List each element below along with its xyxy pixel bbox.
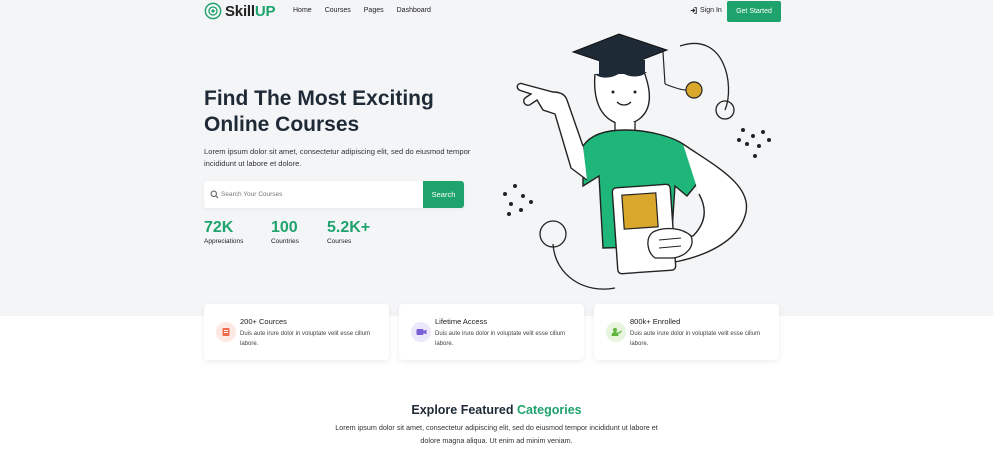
logo-text: SkillUP [225,2,276,20]
nav-item-courses[interactable]: Courses [325,7,351,14]
hero-description: Lorem ipsum dolor sit amet, consectetur … [204,147,471,168]
top-navbar: SkillUP Home Courses Pages Dashboard Sig… [0,0,993,24]
get-started-button[interactable]: Get Started [727,1,781,22]
feature-description: Duis aute irure dolor in voluptate velit… [630,331,761,347]
sign-in-label: Sign In [700,7,722,14]
nav-item-pages[interactable]: Pages [364,7,384,14]
feature-description: Duis aute irure dolor in voluptate velit… [435,331,566,347]
search-button[interactable]: Search [423,181,464,208]
stat-label: Courses [327,238,352,245]
nav-item-dashboard[interactable]: Dashboard [397,7,431,14]
stat-label: Countries [271,238,299,245]
sign-in-icon [690,7,697,14]
stat-label: Appreciations [204,238,244,245]
explore-title-main: Explore Featured [411,403,514,417]
student-illustration [503,33,771,290]
search-icon [210,190,219,199]
search-input[interactable] [221,187,411,202]
hero-title-line-1: Find The Most Exciting [204,87,434,110]
decorative-dots-right [737,128,771,158]
stat-countries: 100 Countries [271,219,299,245]
stat-value: 72K [204,219,234,236]
feature-card-lifetime-access: Lifetime Access Duis aute irure dolor in… [399,304,584,360]
logo[interactable]: SkillUP [204,2,276,20]
user-check-icon [606,322,626,342]
stat-value: 5.2K+ [327,219,371,236]
feature-description: Duis aute irure dolor in voluptate velit… [240,331,371,347]
sign-in-link[interactable]: Sign In [690,7,722,14]
stat-courses: 5.2K+ Courses [327,219,370,245]
nav-item-home[interactable]: Home [293,7,312,14]
feature-title: 800k+ Enrolled [630,317,681,326]
explore-description: Lorem ipsum dolor sit amet, consectetur … [335,423,658,445]
feature-title: Lifetime Access [435,317,488,326]
explore-section-title: Explore Featured Categories [0,403,993,417]
logo-icon [204,2,222,20]
feature-card-enrolled: 800k+ Enrolled Duis aute irure dolor in … [594,304,779,360]
explore-title-accent: Categories [517,403,582,417]
hero-title-line-2: Online Courses [204,113,360,136]
feature-title: 200+ Cources [240,317,287,326]
video-icon [411,322,431,342]
decorative-dots-left [503,184,533,216]
main-menu: Home Courses Pages Dashboard [293,7,431,14]
hero-title: Find The Most Exciting Online Courses [204,86,504,138]
stat-value: 100 [271,219,298,236]
feature-card-courses: 200+ Cources Duis aute irure dolor in vo… [204,304,389,360]
book-icon [216,322,236,342]
search-bar: Search [204,181,464,208]
stat-appreciations: 72K Appreciations [204,219,243,245]
